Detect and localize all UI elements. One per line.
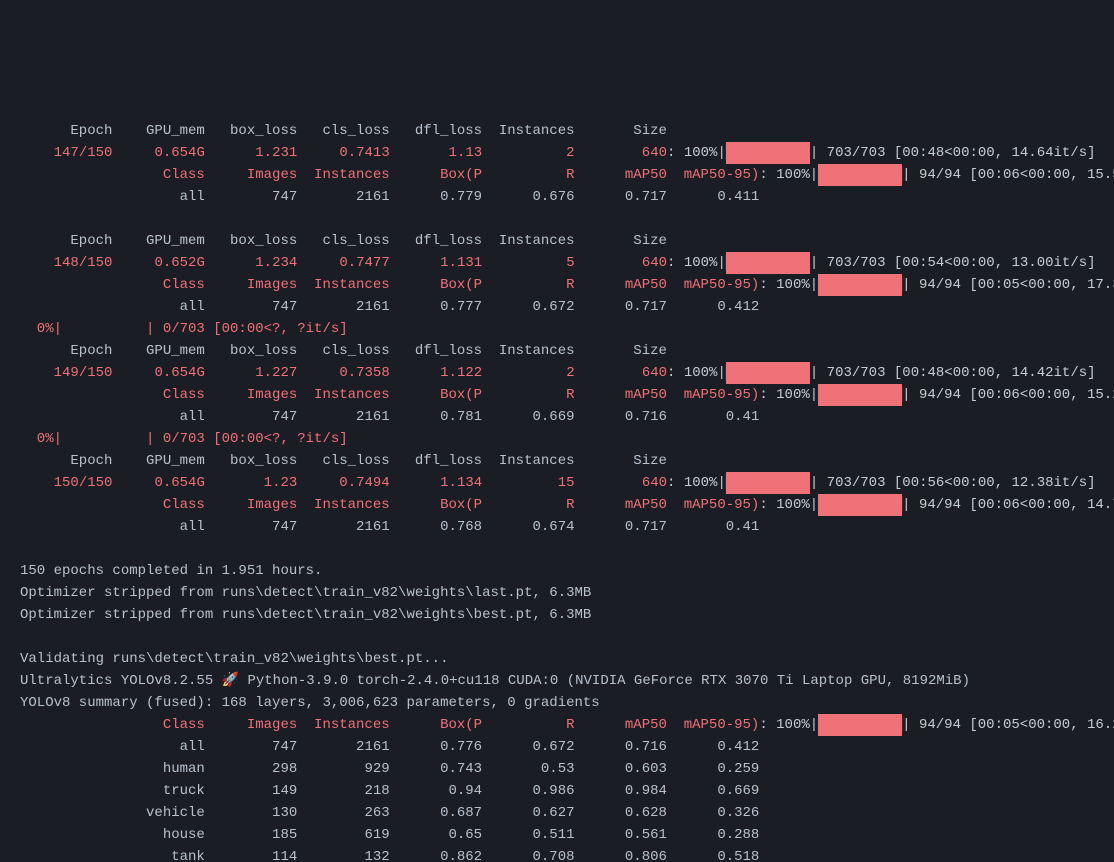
- terminal-output: Epoch GPU_mem box_loss cls_loss dfl_loss…: [0, 110, 1114, 862]
- progress-bar: ██████████: [726, 472, 810, 494]
- summary-yolo: YOLOv8 summary (fused): 168 layers, 3,00…: [20, 695, 600, 711]
- progress-bar: ██████████: [818, 494, 902, 516]
- progress-bar: ██████████: [726, 362, 810, 384]
- summary-opt1: Optimizer stripped from runs\detect\trai…: [20, 585, 591, 601]
- pre-progress-149: 0%| | 0/703 [00:00<?, ?it/s]: [20, 321, 348, 337]
- epoch-train-row-147: 147/150 0.654G 1.231 0.7413 1.13 2 640: [20, 145, 667, 161]
- progress-bar: ██████████: [726, 252, 810, 274]
- epoch-header-147: Epoch GPU_mem box_loss cls_loss dfl_loss…: [20, 123, 667, 139]
- val-header-149: Class Images Instances Box(P R mAP50 mAP…: [20, 387, 759, 403]
- val-header-148: Class Images Instances Box(P R mAP50 mAP…: [20, 277, 759, 293]
- val-row-148: all 747 2161 0.777 0.672 0.717 0.412: [20, 299, 759, 315]
- final-val-header: Class Images Instances Box(P R mAP50 mAP…: [20, 717, 759, 733]
- val-row-147: all 747 2161 0.779 0.676 0.717 0.411: [20, 189, 759, 205]
- pre-progress-150: 0%| | 0/703 [00:00<?, ?it/s]: [20, 431, 348, 447]
- summary-validating: Validating runs\detect\train_v82\weights…: [20, 651, 448, 667]
- final-val-row-vehicle: vehicle 130 263 0.687 0.627 0.628 0.326: [20, 805, 759, 821]
- val-header-147: Class Images Instances Box(P R mAP50 mAP…: [20, 167, 759, 183]
- summary-opt2: Optimizer stripped from runs\detect\trai…: [20, 607, 591, 623]
- final-val-row-truck: truck 149 218 0.94 0.986 0.984 0.669: [20, 783, 759, 799]
- final-val-row-human: human 298 929 0.743 0.53 0.603 0.259: [20, 761, 759, 777]
- progress-bar: ██████████: [818, 384, 902, 406]
- progress-bar: ██████████: [818, 274, 902, 296]
- progress-bar: ██████████: [818, 714, 902, 736]
- final-val-row-house: house 185 619 0.65 0.511 0.561 0.288: [20, 827, 759, 843]
- epoch-header-148: Epoch GPU_mem box_loss cls_loss dfl_loss…: [20, 233, 667, 249]
- val-row-149: all 747 2161 0.781 0.669 0.716 0.41: [20, 409, 759, 425]
- val-row-150: all 747 2161 0.768 0.674 0.717 0.41: [20, 519, 759, 535]
- epoch-train-row-149: 149/150 0.654G 1.227 0.7358 1.122 2 640: [20, 365, 667, 381]
- final-val-row-tank: tank 114 132 0.862 0.708 0.806 0.518: [20, 849, 759, 862]
- summary-ultra: Ultralytics YOLOv8.2.55 🚀 Python-3.9.0 t…: [20, 673, 970, 689]
- val-header-150: Class Images Instances Box(P R mAP50 mAP…: [20, 497, 759, 513]
- epoch-train-row-150: 150/150 0.654G 1.23 0.7494 1.134 15 640: [20, 475, 667, 491]
- progress-bar: ██████████: [818, 164, 902, 186]
- final-val-row-all: all 747 2161 0.776 0.672 0.716 0.412: [20, 739, 759, 755]
- epoch-header-150: Epoch GPU_mem box_loss cls_loss dfl_loss…: [20, 453, 667, 469]
- summary-done: 150 epochs completed in 1.951 hours.: [20, 563, 322, 579]
- progress-bar: ██████████: [726, 142, 810, 164]
- epoch-train-row-148: 148/150 0.652G 1.234 0.7477 1.131 5 640: [20, 255, 667, 271]
- epoch-header-149: Epoch GPU_mem box_loss cls_loss dfl_loss…: [20, 343, 667, 359]
